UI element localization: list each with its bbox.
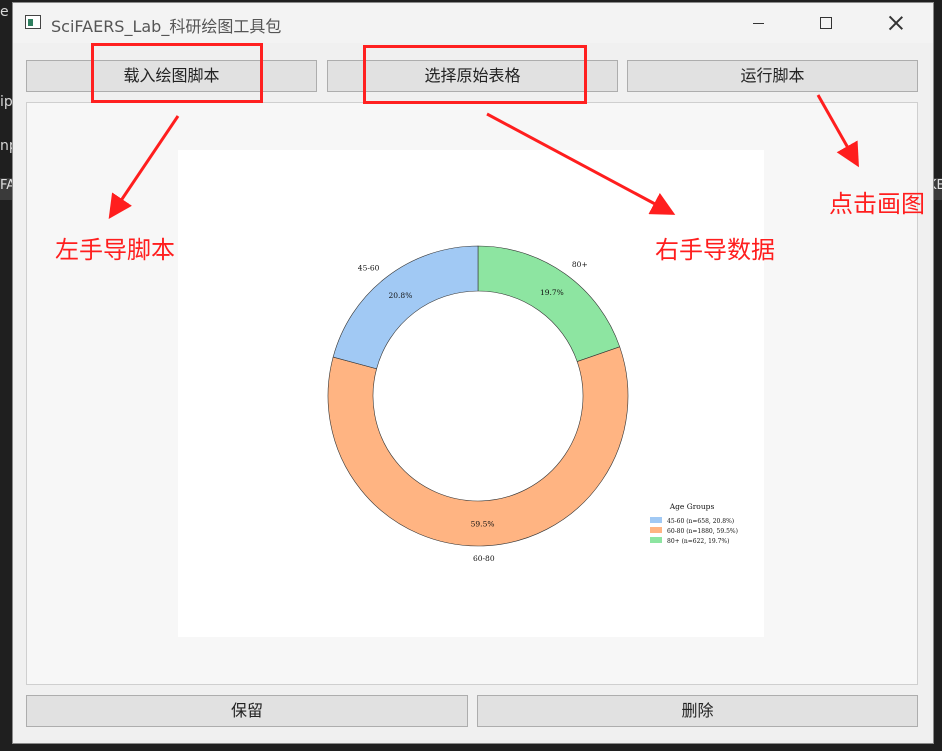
annotation-click-hint: 点击画图 bbox=[829, 190, 925, 218]
annotation-left-hint: 左手导脚本 bbox=[55, 236, 175, 264]
arrow-to-click-hint bbox=[816, 94, 859, 168]
annotation-right-hint: 右手导数据 bbox=[655, 236, 775, 264]
arrow-to-left-hint bbox=[108, 115, 180, 219]
arrow-to-right-hint bbox=[486, 112, 676, 215]
annotation-arrows bbox=[108, 94, 859, 219]
